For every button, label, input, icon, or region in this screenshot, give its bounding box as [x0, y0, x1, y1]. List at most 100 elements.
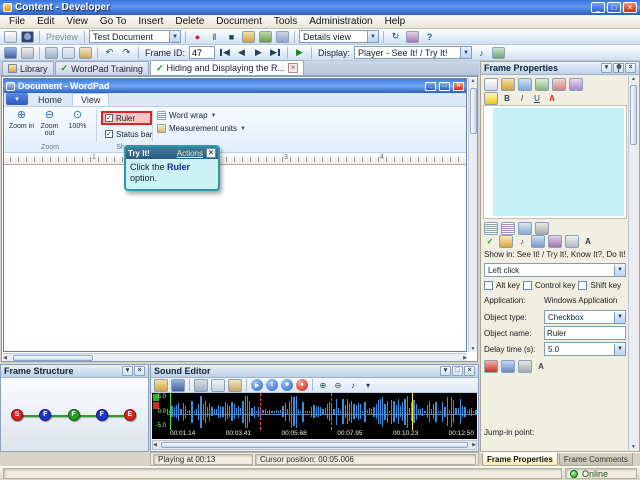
ruler-checkbox[interactable]: ✓ Ruler	[101, 111, 153, 125]
document-canvas[interactable]	[4, 165, 466, 351]
tab-active-document[interactable]: ✓ Hiding and Displaying the R... ×	[149, 60, 305, 75]
minimize-icon[interactable]: _	[591, 2, 605, 13]
menu-view[interactable]: View	[60, 16, 94, 27]
pan-icon[interactable]	[501, 78, 515, 91]
zoom-out-button[interactable]: ⊖ Zoom out	[36, 108, 63, 138]
chevron-down-icon[interactable]: ▼	[614, 264, 625, 276]
chevron-down-icon[interactable]: ▼	[614, 343, 625, 355]
frame-node[interactable]: F	[67, 408, 80, 421]
stop-capture-icon[interactable]: ■	[224, 30, 239, 44]
shape-icon[interactable]	[569, 78, 583, 91]
cut-icon[interactable]	[194, 378, 208, 392]
font-color-icon[interactable]: A	[545, 92, 559, 105]
click-action-combo[interactable]: Left click ▼	[484, 263, 626, 277]
frame-node[interactable]: F	[39, 408, 52, 421]
save-icon[interactable]	[4, 46, 17, 59]
next-frame-icon[interactable]: ▶	[251, 46, 266, 60]
film-icon[interactable]	[548, 235, 562, 248]
new-frame-icon[interactable]	[4, 30, 17, 43]
zoom-100-button[interactable]: ⊙ 100%	[64, 108, 91, 137]
record-sound-icon[interactable]: ●	[296, 379, 308, 391]
alt-key-checkbox[interactable]	[484, 281, 493, 290]
tab-frame-comments[interactable]: Frame Comments	[558, 453, 633, 466]
menu-insert[interactable]: Insert	[132, 16, 169, 27]
scroll-left-icon[interactable]: ◀	[153, 442, 157, 448]
copy-icon[interactable]	[211, 378, 225, 392]
scroll-down-icon[interactable]: ▼	[631, 444, 636, 450]
segment-marker[interactable]	[260, 393, 261, 430]
segment-marker[interactable]	[331, 393, 333, 430]
last-frame-icon[interactable]: ▶	[268, 46, 283, 60]
stage-vertical-scrollbar[interactable]: ▲ ▼	[468, 78, 477, 352]
cursor-marker[interactable]	[411, 393, 413, 430]
sound-icon[interactable]: ♪	[474, 46, 489, 60]
frame-id-field[interactable]	[189, 46, 216, 59]
cut-icon[interactable]	[45, 46, 58, 59]
import-icon[interactable]	[242, 30, 256, 43]
folder-icon[interactable]	[499, 235, 513, 248]
close-callout-icon[interactable]: ×	[206, 148, 216, 158]
italic-icon[interactable]: I	[515, 92, 529, 105]
redo-icon[interactable]: ↷	[119, 46, 134, 60]
scrollbar-thumb[interactable]	[13, 355, 93, 361]
word-wrap-button[interactable]: Word wrap ▼	[157, 111, 246, 120]
scroll-down-icon[interactable]: ▼	[471, 346, 476, 352]
ribbon-tab-view[interactable]: View	[72, 93, 110, 106]
waveform-canvas[interactable]: 00:01.14 00:03.41 00:05.68 00:07.95 00:1…	[167, 393, 477, 439]
refresh-icon[interactable]: ↻	[388, 30, 403, 44]
tab-frame-properties[interactable]: Frame Properties	[482, 453, 558, 466]
undo-icon[interactable]: ↶	[102, 46, 117, 60]
play-icon[interactable]: ▶	[292, 46, 307, 60]
menu-delete[interactable]: Delete	[169, 16, 210, 27]
mouse-icon[interactable]	[501, 360, 515, 373]
close-icon[interactable]: ×	[623, 2, 637, 13]
image-box-icon[interactable]	[535, 78, 549, 91]
chevron-down-icon[interactable]: ▼	[367, 31, 379, 42]
measurement-units-button[interactable]: Measurement units ▼	[157, 124, 246, 133]
waveform-scrollbar[interactable]: ◀ ▶	[152, 440, 477, 450]
tab-wordpad-training[interactable]: ✓ WordPad Training	[54, 61, 149, 75]
previous-frame-icon[interactable]: ◀	[234, 46, 249, 60]
frame-preview[interactable]	[483, 105, 627, 219]
menu-help[interactable]: Help	[379, 16, 412, 27]
menu-goto[interactable]: Go To	[94, 16, 133, 27]
stop-sound-icon[interactable]: ■	[281, 379, 293, 391]
zoom-out-icon[interactable]: ⊖	[331, 379, 345, 392]
print-icon[interactable]	[21, 46, 34, 59]
chevron-down-icon[interactable]: ▾	[440, 366, 451, 376]
fill-color-icon[interactable]	[484, 92, 498, 105]
underline-icon[interactable]: U	[530, 92, 544, 105]
font-icon[interactable]: A	[581, 235, 595, 248]
print-icon[interactable]	[565, 235, 579, 248]
status-bar-checkbox[interactable]: ✓ Status bar	[101, 128, 152, 140]
highlight-box-icon[interactable]	[552, 78, 566, 91]
ribbon-tab-home[interactable]: Home	[30, 93, 70, 106]
check-icon[interactable]: ✓	[483, 235, 497, 248]
zoom-in-button[interactable]: ⊕ Zoom in	[8, 108, 35, 137]
first-frame-icon[interactable]: ◀	[217, 46, 232, 60]
frame-node-end[interactable]: E	[124, 408, 136, 421]
close-icon[interactable]: ×	[464, 366, 475, 376]
menu-file[interactable]: File	[3, 16, 31, 27]
open-sound-icon[interactable]	[154, 378, 168, 392]
scroll-right-icon[interactable]: ▶	[472, 442, 476, 448]
image-icon[interactable]	[531, 235, 545, 248]
pointer-icon[interactable]	[484, 78, 498, 91]
copy-icon[interactable]	[62, 46, 75, 59]
menu-tools[interactable]: Tools	[268, 16, 303, 27]
pause-sound-icon[interactable]: ‖	[266, 379, 278, 391]
document-combo[interactable]: Test Document ▼	[89, 30, 182, 43]
chevron-down-icon[interactable]: ▼	[614, 311, 625, 323]
interaction-icon[interactable]	[484, 360, 498, 373]
zoom-in-icon[interactable]: ⊕	[316, 379, 330, 392]
chevron-down-icon[interactable]: ▼	[460, 47, 472, 58]
menu-administration[interactable]: Administration	[303, 16, 378, 27]
properties-icon[interactable]	[406, 30, 420, 43]
shift-key-checkbox[interactable]	[578, 281, 588, 290]
scroll-left-icon[interactable]: ◀	[3, 355, 7, 361]
close-tab-icon[interactable]: ×	[288, 63, 299, 73]
tab-library[interactable]: Library	[2, 61, 54, 75]
chevron-down-icon[interactable]: ▾	[601, 63, 612, 73]
text-box-icon[interactable]	[518, 78, 532, 91]
display-combo[interactable]: Player - See It! / Try It! ▼	[354, 46, 473, 59]
